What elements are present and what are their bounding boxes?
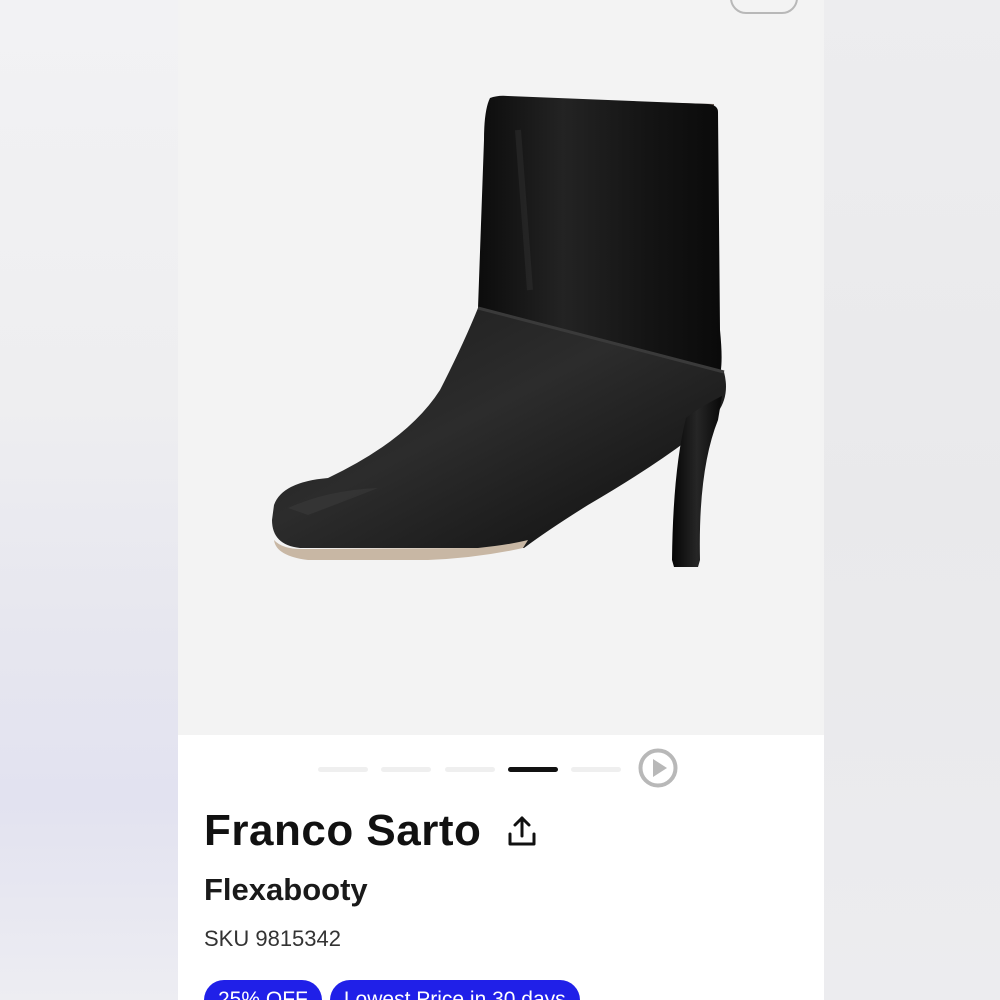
carousel-dot[interactable] [318,767,368,772]
carousel-dot-active[interactable] [508,767,558,772]
product-image-area[interactable] [178,0,824,735]
badge-row: 25% OFF Lowest Price in 30 days [204,980,580,1000]
product-page: Franco Sarto Flexabooty SKU 9815342 25% … [178,0,824,1000]
brand-row: Franco Sarto [204,806,539,856]
blurred-background-left [0,0,178,1000]
share-upload-icon[interactable] [505,814,539,848]
product-title: Flexabooty [204,872,368,907]
brand-name[interactable]: Franco Sarto [204,806,481,856]
carousel-dot[interactable] [445,767,495,772]
blurred-background-right [824,0,1000,1000]
carousel-dot[interactable] [381,767,431,772]
image-carousel-indicators [178,745,824,791]
play-circle-icon[interactable] [638,748,678,788]
sku-text: SKU 9815342 [204,926,341,951]
lowest-price-badge: Lowest Price in 30 days [329,980,580,1000]
discount-badge: 25% OFF [204,980,322,1000]
product-image [272,95,726,567]
carousel-dot[interactable] [571,767,621,772]
